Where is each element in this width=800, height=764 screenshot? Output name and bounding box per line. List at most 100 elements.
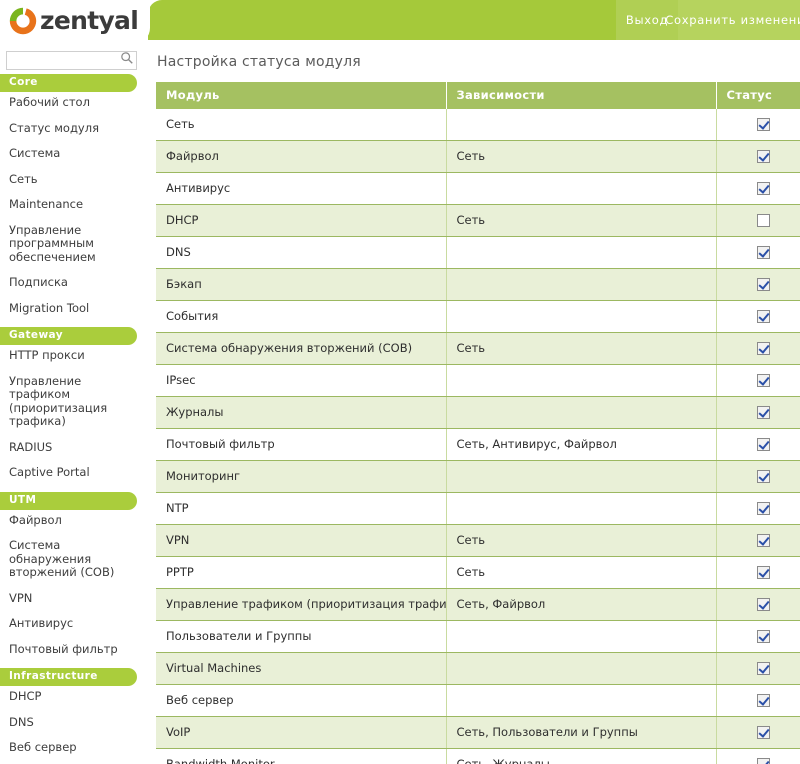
cell-dependencies: Сеть <box>446 140 717 173</box>
column-header-module: Модуль <box>156 82 447 109</box>
sidebar-item-http-прокси[interactable]: HTTP прокси <box>0 348 145 363</box>
cell-dependencies <box>446 396 717 429</box>
status-checkbox[interactable] <box>756 246 770 259</box>
status-checkbox[interactable] <box>756 342 770 355</box>
table-row: NTP <box>156 492 800 525</box>
status-checkbox[interactable] <box>756 662 770 675</box>
cell-module: Бэкап <box>156 268 447 301</box>
main-content: Настройка статуса модуля Модуль Зависимо… <box>145 44 800 764</box>
cell-status <box>716 652 800 685</box>
sidebar-item-dhcp[interactable]: DHCP <box>0 689 145 704</box>
cell-status <box>716 428 800 461</box>
status-checkbox[interactable] <box>756 150 770 163</box>
sidebar-section-utm: UTM <box>0 491 137 510</box>
cell-dependencies <box>446 684 717 717</box>
table-row: Система обнаружения вторжений (СОВ) Сеть <box>156 332 800 365</box>
sidebar-item-подписка[interactable]: Подписка <box>0 275 145 290</box>
search-input[interactable] <box>6 51 137 70</box>
status-checkbox[interactable] <box>756 566 770 579</box>
sidebar: Core Рабочий стол Статус модуля Система Сеть… <box>0 44 145 764</box>
status-checkbox[interactable] <box>756 470 770 483</box>
cell-module: Файрвол <box>156 140 447 173</box>
cell-dependencies: Сеть, Журналы <box>446 748 717 764</box>
status-checkbox[interactable] <box>756 118 770 131</box>
cell-dependencies: Сеть <box>446 204 717 237</box>
status-checkbox[interactable] <box>756 406 770 419</box>
cell-module: Управление трафиком (приоритизация трафи… <box>156 588 447 621</box>
save-changes-button[interactable]: Сохранить изменения <box>665 0 800 40</box>
cell-module: Bandwidth Monitor <box>156 748 447 764</box>
status-checkbox[interactable] <box>756 726 770 739</box>
cell-module: Пользователи и Группы <box>156 620 447 653</box>
table-row: Веб сервер <box>156 684 800 717</box>
cell-module: Сеть <box>156 109 447 141</box>
sidebar-item-почтовый-фильтр[interactable]: Почтовый фильтр <box>0 642 145 657</box>
cell-status <box>716 364 800 397</box>
status-checkbox[interactable] <box>756 502 770 515</box>
cell-module: VoIP <box>156 716 447 749</box>
column-header-status: Статус <box>716 82 800 109</box>
cell-dependencies <box>446 492 717 525</box>
sidebar-item-система[interactable]: Система <box>0 146 145 161</box>
table-row: Почтовый фильтр Сеть, Антивирус, Файрвол <box>156 428 800 461</box>
table-row: Антивирус <box>156 172 800 205</box>
table-row: Управление трафиком (приоритизация трафи… <box>156 588 800 621</box>
status-checkbox[interactable] <box>756 438 770 451</box>
sidebar-item-maintenance[interactable]: Maintenance <box>0 197 145 212</box>
zentyal-donut-logo-icon <box>9 7 37 35</box>
sidebar-item-файрвол[interactable]: Файрвол <box>0 513 145 528</box>
sidebar-item-captive-portal[interactable]: Captive Portal <box>0 465 145 480</box>
table-row: IPsec <box>156 364 800 397</box>
sidebar-item-migration-tool[interactable]: Migration Tool <box>0 301 145 316</box>
cell-dependencies <box>446 172 717 205</box>
status-checkbox[interactable] <box>756 182 770 195</box>
cell-module: Журналы <box>156 396 447 429</box>
cell-dependencies <box>446 620 717 653</box>
sidebar-item-статус-модуля[interactable]: Статус модуля <box>0 121 145 136</box>
top-header: zentyal Выход Сохранить изменения <box>0 0 800 44</box>
table-header-row: Модуль Зависимости Статус <box>156 82 800 109</box>
module-table-body: Сеть Файрвол Сеть Антивирус DHCP Сеть DNS Бэкап… <box>156 109 800 764</box>
status-checkbox[interactable] <box>756 214 770 227</box>
sidebar-item-vpn[interactable]: VPN <box>0 591 145 606</box>
status-checkbox[interactable] <box>756 630 770 643</box>
sidebar-item-антивирус[interactable]: Антивирус <box>0 616 145 631</box>
table-row: Bandwidth Monitor Сеть, Журналы <box>156 748 800 764</box>
table-row: Файрвол Сеть <box>156 140 800 173</box>
sidebar-item-dns[interactable]: DNS <box>0 715 145 730</box>
sidebar-item-веб-сервер[interactable]: Веб сервер <box>0 740 145 755</box>
sidebar-item-radius[interactable]: RADIUS <box>0 440 145 455</box>
cell-status <box>716 716 800 749</box>
sidebar-item-рабочий-стол[interactable]: Рабочий стол <box>0 95 145 110</box>
status-checkbox[interactable] <box>756 534 770 547</box>
brand-name: zentyal <box>40 5 139 35</box>
status-checkbox[interactable] <box>756 758 770 764</box>
table-row: PPTP Сеть <box>156 556 800 589</box>
cell-dependencies <box>446 268 717 301</box>
cell-dependencies <box>446 364 717 397</box>
cell-status <box>716 172 800 205</box>
sidebar-section-gateway: Gateway <box>0 327 137 345</box>
sidebar-item-управление-программным-обеспечением[interactable]: Управление программным обеспечением <box>0 223 145 265</box>
sidebar-nav: Core Рабочий стол Статус модуля Система Сеть… <box>0 74 145 764</box>
cell-module: DNS <box>156 236 447 269</box>
status-checkbox[interactable] <box>756 598 770 611</box>
cell-status <box>716 109 800 141</box>
status-checkbox[interactable] <box>756 310 770 323</box>
sidebar-section-core: Core <box>0 74 137 92</box>
status-checkbox[interactable] <box>756 278 770 291</box>
sidebar-item-система-обнаружения-вторжений-сов[interactable]: Система обнаружения вторжений (СОВ) <box>0 538 145 580</box>
cell-status <box>716 332 800 365</box>
table-row: VoIP Сеть, Пользователи и Группы <box>156 716 800 749</box>
table-row: DNS <box>156 236 800 269</box>
table-row: DHCP Сеть <box>156 204 800 237</box>
cell-module: IPsec <box>156 364 447 397</box>
cell-dependencies <box>446 109 717 141</box>
cell-status <box>716 268 800 301</box>
sidebar-item-управление-трафиком-приоритизация-трафика[interactable]: Управление трафиком (приоритизация трафи… <box>0 374 145 429</box>
status-checkbox[interactable] <box>756 694 770 707</box>
module-status-table: Модуль Зависимости Статус Сеть Файрвол Сет… <box>156 82 800 764</box>
status-checkbox[interactable] <box>756 374 770 387</box>
brand-logo[interactable]: zentyal <box>8 4 139 38</box>
sidebar-item-сеть[interactable]: Сеть <box>0 172 145 187</box>
